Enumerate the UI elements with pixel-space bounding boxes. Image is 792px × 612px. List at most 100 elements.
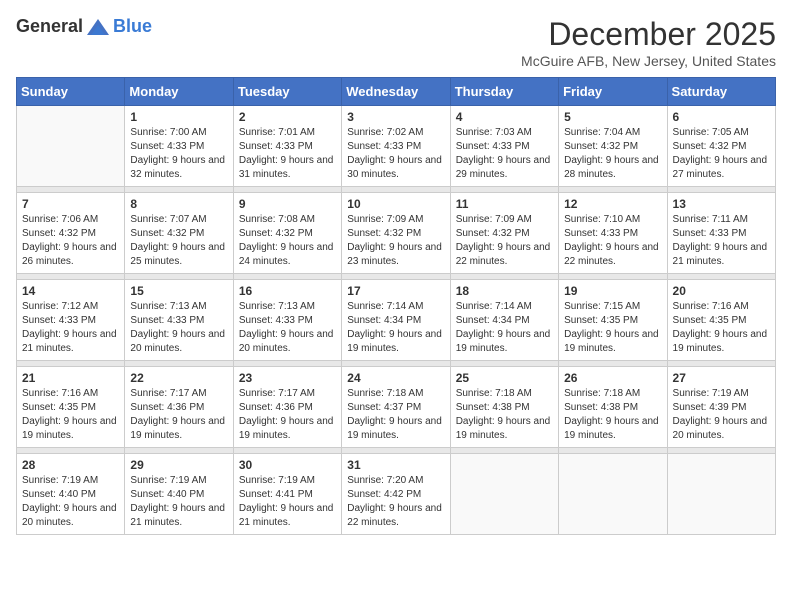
sunrise-text: Sunrise: 7:13 AM bbox=[239, 301, 315, 312]
sunset-text: Sunset: 4:33 PM bbox=[456, 141, 530, 152]
day-info: Sunrise: 7:14 AMSunset: 4:34 PMDaylight:… bbox=[347, 300, 444, 356]
calendar-cell-4-0: 28Sunrise: 7:19 AMSunset: 4:40 PMDayligh… bbox=[17, 454, 125, 535]
daylight-text: Daylight: 9 hours and 25 minutes. bbox=[130, 242, 225, 267]
calendar-cell-0-6: 6Sunrise: 7:05 AMSunset: 4:32 PMDaylight… bbox=[667, 106, 775, 187]
daylight-text: Daylight: 9 hours and 23 minutes. bbox=[347, 242, 442, 267]
day-number: 3 bbox=[347, 110, 444, 124]
sunrise-text: Sunrise: 7:08 AM bbox=[239, 214, 315, 225]
calendar-cell-3-3: 24 Sunrise: 7:18 AMSunset: 4:37 PMDayligh… bbox=[342, 367, 450, 448]
sunrise-text: Sunrise: 7:15 AM bbox=[564, 301, 640, 312]
title-area: December 2025 McGuire AFB, New Jersey, U… bbox=[521, 16, 776, 69]
calendar-cell-0-1: 1 Sunrise: 7:00 AMSunset: 4:33 PMDaylight… bbox=[125, 106, 233, 187]
sunset-text: Sunset: 4:38 PM bbox=[456, 402, 530, 413]
sunrise-text: Sunrise: 7:19 AM bbox=[673, 388, 749, 399]
col-thursday: Thursday bbox=[450, 78, 558, 106]
sunset-text: Sunset: 4:33 PM bbox=[347, 141, 421, 152]
day-number: 28 bbox=[22, 458, 119, 472]
sunset-text: Sunset: 4:33 PM bbox=[673, 228, 747, 239]
daylight-text: Daylight: 9 hours and 30 minutes. bbox=[347, 155, 442, 180]
daylight-text: Daylight: 9 hours and 29 minutes. bbox=[456, 155, 551, 180]
day-number: 18 bbox=[456, 284, 553, 298]
sunrise-text: Sunrise: 7:05 AM bbox=[673, 127, 749, 138]
day-info: Sunrise: 7:08 AMSunset: 4:32 PMDaylight:… bbox=[239, 213, 336, 269]
daylight-text: Daylight: 9 hours and 20 minutes. bbox=[239, 329, 334, 354]
sunset-text: Sunset: 4:33 PM bbox=[130, 141, 204, 152]
sunset-text: Sunset: 4:33 PM bbox=[22, 315, 96, 326]
day-info: Sunrise: 7:18 AMSunset: 4:37 PMDaylight:… bbox=[347, 387, 444, 443]
day-info: Sunrise: 7:12 AMSunset: 4:33 PMDaylight:… bbox=[22, 300, 119, 356]
calendar-cell-1-3: 10Sunrise: 7:09 AMSunset: 4:32 PMDayligh… bbox=[342, 193, 450, 274]
day-info: Sunrise: 7:13 AMSunset: 4:33 PMDaylight:… bbox=[239, 300, 336, 356]
calendar-cell-4-6 bbox=[667, 454, 775, 535]
daylight-text: Daylight: 9 hours and 32 minutes. bbox=[130, 155, 225, 180]
calendar-cell-1-2: 9 Sunrise: 7:08 AMSunset: 4:32 PMDaylight… bbox=[233, 193, 341, 274]
daylight-text: Daylight: 9 hours and 31 minutes. bbox=[239, 155, 334, 180]
day-info: Sunrise: 7:03 AMSunset: 4:33 PMDaylight:… bbox=[456, 126, 553, 182]
sunrise-text: Sunrise: 7:01 AM bbox=[239, 127, 315, 138]
sunset-text: Sunset: 4:36 PM bbox=[130, 402, 204, 413]
calendar-cell-2-5: 19Sunrise: 7:15 AMSunset: 4:35 PMDayligh… bbox=[559, 280, 667, 361]
daylight-text: Daylight: 9 hours and 20 minutes. bbox=[22, 503, 117, 528]
logo-general-text: General bbox=[16, 16, 83, 37]
calendar-cell-3-4: 25Sunrise: 7:18 AMSunset: 4:38 PMDayligh… bbox=[450, 367, 558, 448]
sunrise-text: Sunrise: 7:16 AM bbox=[673, 301, 749, 312]
col-monday: Monday bbox=[125, 78, 233, 106]
day-info: Sunrise: 7:00 AMSunset: 4:33 PMDaylight:… bbox=[130, 126, 227, 182]
week-row-4: 21Sunrise: 7:16 AMSunset: 4:35 PMDayligh… bbox=[17, 367, 776, 448]
sunrise-text: Sunrise: 7:18 AM bbox=[347, 388, 423, 399]
calendar-cell-2-6: 20 Sunrise: 7:16 AMSunset: 4:35 PMDayligh… bbox=[667, 280, 775, 361]
calendar-cell-3-1: 22Sunrise: 7:17 AMSunset: 4:36 PMDayligh… bbox=[125, 367, 233, 448]
sunrise-text: Sunrise: 7:11 AM bbox=[673, 214, 748, 225]
day-info: Sunrise: 7:17 AMSunset: 4:36 PMDaylight:… bbox=[130, 387, 227, 443]
daylight-text: Daylight: 9 hours and 21 minutes. bbox=[130, 503, 225, 528]
sunset-text: Sunset: 4:40 PM bbox=[22, 489, 96, 500]
day-number: 17 bbox=[347, 284, 444, 298]
day-info: Sunrise: 7:10 AMSunset: 4:33 PMDaylight:… bbox=[564, 213, 661, 269]
day-info: Sunrise: 7:06 AMSunset: 4:32 PMDaylight:… bbox=[22, 213, 119, 269]
calendar-cell-3-6: 27Sunrise: 7:19 AMSunset: 4:39 PMDayligh… bbox=[667, 367, 775, 448]
col-friday: Friday bbox=[559, 78, 667, 106]
col-tuesday: Tuesday bbox=[233, 78, 341, 106]
calendar-cell-0-3: 3 Sunrise: 7:02 AMSunset: 4:33 PMDaylight… bbox=[342, 106, 450, 187]
calendar-cell-1-1: 8Sunrise: 7:07 AMSunset: 4:32 PMDaylight… bbox=[125, 193, 233, 274]
day-number: 30 bbox=[239, 458, 336, 472]
day-info: Sunrise: 7:19 AMSunset: 4:40 PMDaylight:… bbox=[130, 474, 227, 530]
calendar-cell-0-2: 2Sunrise: 7:01 AMSunset: 4:33 PMDaylight… bbox=[233, 106, 341, 187]
day-number: 12 bbox=[564, 197, 661, 211]
sunrise-text: Sunrise: 7:18 AM bbox=[456, 388, 532, 399]
sunset-text: Sunset: 4:41 PM bbox=[239, 489, 313, 500]
daylight-text: Daylight: 9 hours and 22 minutes. bbox=[456, 242, 551, 267]
day-number: 1 bbox=[130, 110, 227, 124]
calendar-cell-3-2: 23Sunrise: 7:17 AMSunset: 4:36 PMDayligh… bbox=[233, 367, 341, 448]
sunrise-text: Sunrise: 7:14 AM bbox=[456, 301, 532, 312]
daylight-text: Daylight: 9 hours and 26 minutes. bbox=[22, 242, 117, 267]
day-info: Sunrise: 7:16 AMSunset: 4:35 PMDaylight:… bbox=[673, 300, 770, 356]
day-number: 13 bbox=[673, 197, 770, 211]
calendar-cell-2-0: 14Sunrise: 7:12 AMSunset: 4:33 PMDayligh… bbox=[17, 280, 125, 361]
col-sunday: Sunday bbox=[17, 78, 125, 106]
sunrise-text: Sunrise: 7:16 AM bbox=[22, 388, 98, 399]
calendar-cell-3-0: 21Sunrise: 7:16 AMSunset: 4:35 PMDayligh… bbox=[17, 367, 125, 448]
sunrise-text: Sunrise: 7:19 AM bbox=[130, 475, 206, 486]
sunrise-text: Sunrise: 7:17 AM bbox=[130, 388, 206, 399]
sunset-text: Sunset: 4:32 PM bbox=[130, 228, 204, 239]
day-number: 10 bbox=[347, 197, 444, 211]
day-number: 9 bbox=[239, 197, 336, 211]
daylight-text: Daylight: 9 hours and 20 minutes. bbox=[130, 329, 225, 354]
day-number: 5 bbox=[564, 110, 661, 124]
day-info: Sunrise: 7:19 AMSunset: 4:41 PMDaylight:… bbox=[239, 474, 336, 530]
calendar-cell-0-5: 5Sunrise: 7:04 AMSunset: 4:32 PMDaylight… bbox=[559, 106, 667, 187]
month-year-title: December 2025 bbox=[521, 16, 776, 53]
day-number: 24 bbox=[347, 371, 444, 385]
sunrise-text: Sunrise: 7:10 AM bbox=[564, 214, 640, 225]
day-info: Sunrise: 7:02 AMSunset: 4:33 PMDaylight:… bbox=[347, 126, 444, 182]
sunset-text: Sunset: 4:33 PM bbox=[239, 141, 313, 152]
calendar-cell-2-1: 15Sunrise: 7:13 AMSunset: 4:33 PMDayligh… bbox=[125, 280, 233, 361]
day-info: Sunrise: 7:19 AMSunset: 4:39 PMDaylight:… bbox=[673, 387, 770, 443]
sunrise-text: Sunrise: 7:04 AM bbox=[564, 127, 640, 138]
sunrise-text: Sunrise: 7:20 AM bbox=[347, 475, 423, 486]
calendar-cell-0-4: 4Sunrise: 7:03 AMSunset: 4:33 PMDaylight… bbox=[450, 106, 558, 187]
sunset-text: Sunset: 4:33 PM bbox=[130, 315, 204, 326]
day-number: 20 bbox=[673, 284, 770, 298]
sunrise-text: Sunrise: 7:17 AM bbox=[239, 388, 315, 399]
